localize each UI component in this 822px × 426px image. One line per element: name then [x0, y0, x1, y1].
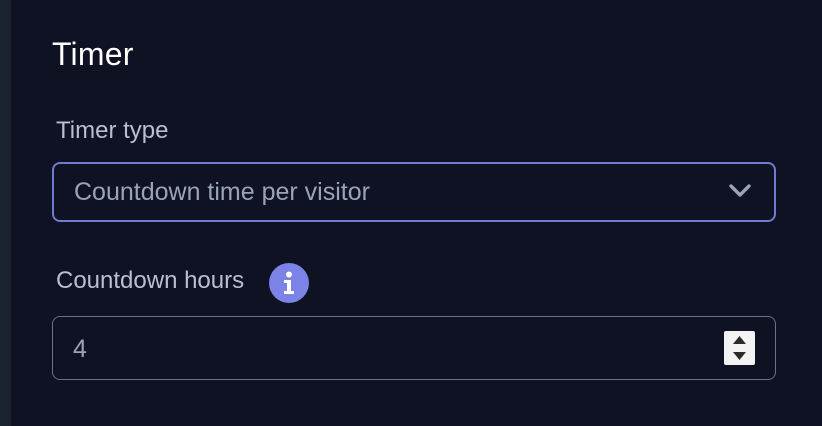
caret-up-icon[interactable]	[724, 331, 755, 348]
countdown-hours-input[interactable]: 4	[52, 316, 776, 380]
section-title: Timer	[52, 36, 134, 72]
left-rail	[0, 0, 11, 426]
countdown-hours-value: 4	[73, 335, 87, 363]
caret-down-icon[interactable]	[724, 348, 755, 365]
info-icon[interactable]	[269, 263, 309, 303]
timer-type-label: Timer type	[56, 117, 169, 144]
timer-type-selected-value: Countdown time per visitor	[74, 178, 370, 206]
chevron-down-icon	[729, 184, 751, 197]
countdown-hours-label: Countdown hours	[56, 267, 245, 294]
number-stepper[interactable]	[724, 331, 755, 365]
timer-type-select[interactable]: Countdown time per visitor	[52, 162, 776, 222]
timer-panel: Timer Timer type Countdown time per visi…	[11, 0, 822, 426]
